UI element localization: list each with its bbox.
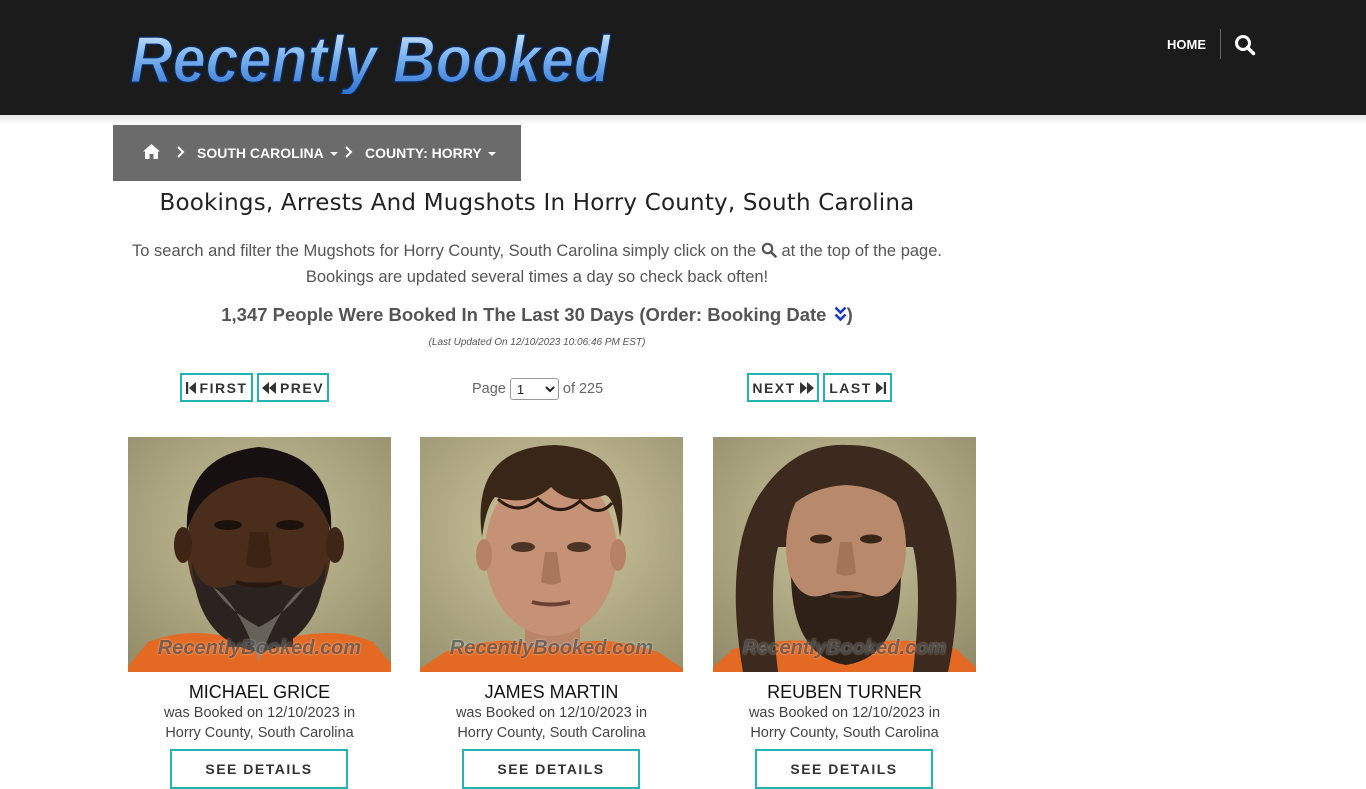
home-icon[interactable] [143,144,160,159]
booking-summary: 1,347 People Were Booked In The Last 30 … [113,304,961,326]
next-page-button[interactable]: NEXT [747,373,819,402]
booked-line: was Booked on 12/10/2023 in [163,705,356,721]
last-page-button[interactable]: LAST [823,373,892,402]
see-details-button[interactable]: SEE DETAILS [462,749,640,789]
watermark: RecentlyBooked.com [742,637,947,659]
step-forward-icon [875,381,886,394]
first-label: FIRST [199,379,248,396]
inmate-name[interactable]: MICHAEL GRICE [128,682,391,703]
forward-icon [799,381,814,394]
caret-down-icon [329,152,338,157]
next-label: NEXT [752,379,796,396]
page-count: of 225 [562,381,604,397]
page-select[interactable]: 1 [509,378,559,400]
nav-home-link[interactable]: HOME [1167,36,1206,54]
breadcrumb-state-label: SOUTH CAROLINA [197,145,324,161]
booking-location: Horry County, South Carolina [165,725,354,741]
chevron-right-icon [177,146,185,158]
intro-line1-start: To search and filter the Mugshots for Ho… [132,242,757,260]
mugshot-photo[interactable]: RecentlyBooked.com [713,437,976,672]
step-backward-icon [185,381,196,394]
page-selector: Page 1 of 225 [472,378,603,400]
watermark: RecentlyBooked.com [449,637,654,659]
site-logo[interactable]: Recently Booked [126,14,616,94]
see-details-button[interactable]: SEE DETAILS [170,749,348,789]
page-label: Page [472,381,506,397]
breadcrumb: SOUTH CAROLINA COUNTY: HORRY [113,125,521,181]
booking-info: was Booked on 12/10/2023 in Horry County… [128,703,391,743]
booking-card: RecentlyBooked.com REUBEN TURNER was Boo… [713,437,976,789]
intro-line1-end: at the top of the page. [781,242,942,260]
watermark: RecentlyBooked.com [157,637,362,659]
search-icon [761,242,777,258]
booking-card: RecentlyBooked.com MICHAEL GRICE was Boo… [128,437,391,789]
see-details-button[interactable]: SEE DETAILS [755,749,933,789]
logo-text: Recently Booked [130,22,612,94]
inmate-name[interactable]: JAMES MARTIN [420,682,683,703]
first-page-button[interactable]: FIRST [180,373,253,402]
booking-card: RecentlyBooked.com JAMES MARTIN was Book… [420,437,683,789]
summary-close: ) [846,304,853,325]
booked-line: was Booked on 12/10/2023 in [748,705,941,721]
nav-divider [1220,29,1221,59]
booking-location: Horry County, South Carolina [750,725,939,741]
search-icon[interactable] [1234,34,1256,56]
summary-text: 1,347 People Were Booked In The Last 30 … [221,304,827,325]
booked-line: was Booked on 12/10/2023 in [455,705,648,721]
booking-info: was Booked on 12/10/2023 in Horry County… [713,703,976,743]
prev-page-button[interactable]: PREV [257,373,329,402]
mugshot-photo[interactable]: RecentlyBooked.com [420,437,683,672]
inmate-name[interactable]: REUBEN TURNER [713,682,976,703]
intro-text: To search and filter the Mugshots for Ho… [113,238,961,290]
booking-location: Horry County, South Carolina [457,725,646,741]
mugshot-photo[interactable]: RecentlyBooked.com [128,437,391,672]
caret-down-icon [487,152,496,157]
header-shadow [0,115,1366,125]
chevron-right-icon [345,146,353,158]
intro-line2: Bookings are updated several times a day… [305,268,769,286]
page-title: Bookings, Arrests And Mugshots In Horry … [159,190,915,216]
last-updated: (Last Updated On 12/10/2023 10:06:46 PM … [428,337,646,348]
breadcrumb-county-label: COUNTY: HORRY [365,145,482,161]
site-header: Recently Booked HOME [0,0,1366,115]
breadcrumb-state-dropdown[interactable]: SOUTH CAROLINA [197,144,338,162]
booking-info: was Booked on 12/10/2023 in Horry County… [420,703,683,743]
last-label: LAST [829,379,872,396]
backward-icon [261,381,276,394]
breadcrumb-county-dropdown[interactable]: COUNTY: HORRY [365,144,496,162]
prev-label: PREV [279,379,325,396]
double-chevron-down-icon[interactable] [834,306,847,322]
